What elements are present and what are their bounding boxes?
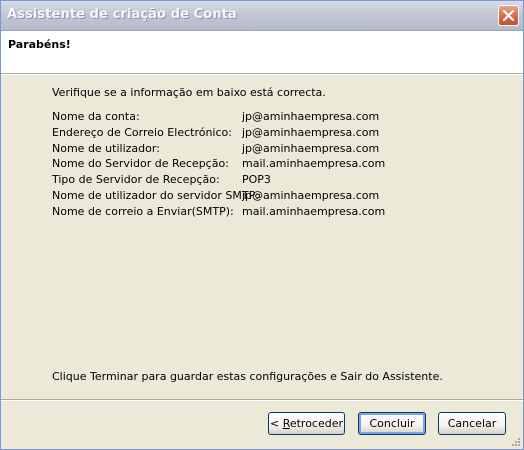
summary-label: Nome de correio a Enviar(SMTP): — [52, 204, 234, 218]
back-button[interactable]: < Retroceder — [268, 412, 345, 435]
summary-label: Tipo de Servidor de Recepção: — [52, 173, 220, 187]
window-title: Assistente de criação de Conta — [7, 7, 237, 22]
summary-value: jp@aminhaempresa.com — [242, 125, 380, 139]
summary-label: Endereço de Correio Electrónico: — [52, 125, 232, 139]
finish-instruction: Clique Terminar para guardar estas confi… — [52, 370, 443, 383]
summary-value: jp@aminhaempresa.com — [242, 110, 380, 123]
wizard-header: Parabéns! — [1, 31, 523, 74]
close-button[interactable] — [498, 5, 519, 26]
summary-value: jp@aminhaempresa.com — [242, 141, 380, 155]
summary-label: Nome de utilizador do servidor SMTP: — [52, 188, 259, 202]
button-separator — [1, 399, 523, 401]
back-button-label-rest: etroceder — [289, 417, 344, 430]
back-button-prefix: < — [269, 417, 283, 430]
wizard-window: Assistente de criação de Conta Parabéns!… — [0, 0, 524, 450]
page-title: Parabéns! — [8, 38, 71, 51]
summary-value: POP3 — [242, 173, 271, 187]
summary-label: Nome da conta: — [52, 110, 140, 123]
summary-value: mail.aminhaempresa.com — [242, 204, 386, 218]
intro-text: Verifique se a informação em baixo está … — [52, 86, 326, 99]
summary-value: jp@aminhaempresa.com — [242, 188, 380, 202]
title-bar[interactable]: Assistente de criação de Conta — [1, 1, 523, 31]
close-icon — [503, 10, 514, 21]
summary-label: Nome de utilizador: — [52, 141, 160, 155]
cancel-button[interactable]: Cancelar — [438, 412, 506, 435]
resize-grip-icon[interactable] — [510, 436, 521, 447]
summary-value: mail.aminhaempresa.com — [242, 157, 386, 171]
summary-label: Nome do Servidor de Recepção: — [52, 157, 229, 171]
back-button-accelerator: R — [282, 417, 290, 430]
finish-button[interactable]: Concluir — [358, 412, 426, 435]
